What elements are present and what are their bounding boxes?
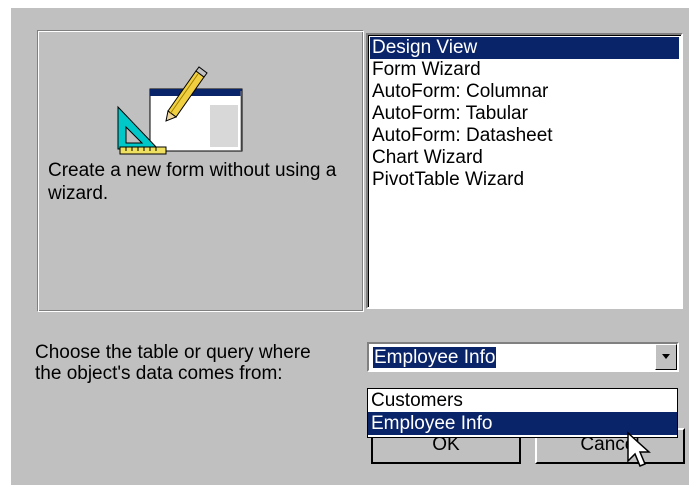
source-prompt: Choose the table or query where the obje… bbox=[35, 342, 355, 384]
list-item-autoform-datasheet[interactable]: AutoForm: Datasheet bbox=[368, 125, 681, 147]
form-design-icon bbox=[117, 66, 243, 155]
list-item-form-wizard[interactable]: Form Wizard bbox=[368, 59, 681, 81]
source-combo[interactable]: Employee Info bbox=[367, 342, 679, 372]
source-prompt-line1: Choose the table or query where bbox=[35, 342, 311, 363]
preview-description: Create a new form without using a wizard… bbox=[48, 160, 337, 204]
preview-panel: Create a new form without using a wizard… bbox=[37, 30, 364, 312]
source-combo-value[interactable]: Employee Info bbox=[373, 347, 497, 368]
list-item-autoform-columnar[interactable]: AutoForm: Columnar bbox=[368, 81, 681, 103]
mouse-pointer-icon bbox=[627, 431, 651, 467]
new-form-dialog: Create a new form without using a wizard… bbox=[11, 8, 689, 485]
list-item-design-view[interactable]: Design View bbox=[370, 37, 679, 59]
combo-dropdown-button[interactable] bbox=[655, 344, 677, 370]
source-prompt-line2: the object's data comes from: bbox=[35, 363, 283, 384]
form-type-list[interactable]: Design View Form Wizard AutoForm: Column… bbox=[366, 33, 683, 309]
chevron-down-icon bbox=[662, 354, 670, 359]
list-item-pivottable-wizard[interactable]: PivotTable Wizard bbox=[368, 169, 681, 191]
dropdown-item-customers[interactable]: Customers bbox=[368, 389, 677, 412]
list-item-autoform-tabular[interactable]: AutoForm: Tabular bbox=[368, 103, 681, 125]
list-item-chart-wizard[interactable]: Chart Wizard bbox=[368, 147, 681, 169]
